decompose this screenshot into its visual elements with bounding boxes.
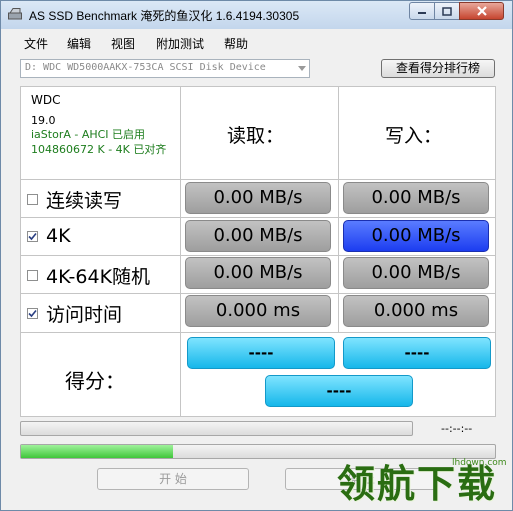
access-read-result: 0.000 ms: [185, 295, 331, 327]
menu-help[interactable]: 帮助: [224, 35, 248, 52]
grid-divider: [20, 179, 496, 180]
row-label: 访问时间: [46, 304, 123, 326]
menu-view[interactable]: 视图: [111, 35, 135, 52]
grid-divider: [20, 217, 496, 218]
grid-divider: [20, 293, 496, 294]
check-icon: [28, 232, 37, 240]
minimize-button[interactable]: [409, 2, 435, 20]
app-window: AS SSD Benchmark 淹死的鱼汉化 1.6.4194.30305 文…: [0, 0, 513, 511]
menu-edit[interactable]: 编辑: [67, 35, 91, 52]
grid-divider: [338, 86, 339, 333]
drive-name: WDC: [31, 93, 61, 107]
grid-divider: [180, 86, 181, 333]
menu-file[interactable]: 文件: [24, 35, 48, 52]
seq-read-result: 0.00 MB/s: [185, 182, 331, 214]
4k-64-write-result: 0.00 MB/s: [343, 257, 489, 289]
driver-status: iaStorA - AHCI 已启用: [31, 128, 146, 141]
view-ranking-button[interactable]: 查看得分排行榜: [381, 59, 495, 78]
row-label: 连续读写: [46, 190, 123, 212]
access-time-checkbox[interactable]: [27, 308, 38, 319]
total-score: ----: [265, 375, 413, 407]
test-access-time[interactable]: 访问时间: [27, 300, 122, 327]
watermark-url: lhdown.com: [452, 458, 507, 468]
alignment-status: 104860672 K - 4K 已对齐: [31, 143, 167, 156]
menu-bar: 文件 编辑 视图 附加测试 帮助: [2, 31, 511, 53]
progress-fill: [21, 445, 173, 458]
score-label: 得分：: [65, 369, 125, 393]
test-progress-bar: [20, 421, 413, 436]
window-title: AS SSD Benchmark 淹死的鱼汉化 1.6.4194.30305: [29, 9, 300, 23]
write-score: ----: [343, 337, 491, 369]
maximize-button[interactable]: [434, 2, 460, 20]
write-header: 写入：: [385, 125, 443, 147]
title-bar: AS SSD Benchmark 淹死的鱼汉化 1.6.4194.30305: [1, 1, 512, 29]
access-write-result: 0.000 ms: [343, 295, 489, 327]
app-icon: [8, 8, 22, 20]
menu-extra-tests[interactable]: 附加测试: [156, 35, 204, 52]
seq-checkbox[interactable]: [27, 194, 38, 205]
4k-write-result: 0.00 MB/s: [343, 220, 489, 252]
close-button[interactable]: [459, 2, 504, 20]
4k-64-checkbox[interactable]: [27, 270, 38, 281]
test-4k[interactable]: 4K: [27, 225, 71, 247]
4k-checkbox[interactable]: [27, 230, 38, 242]
row-label: 4K-64K随机: [46, 266, 151, 288]
grid-divider: [20, 332, 496, 333]
chevron-down-icon: [298, 66, 306, 71]
close-icon: [476, 6, 487, 16]
start-button[interactable]: 开 始: [97, 468, 249, 490]
row-label: 4K: [46, 225, 71, 247]
read-score: ----: [187, 337, 335, 369]
maximize-icon: [442, 6, 452, 16]
seq-write-result: 0.00 MB/s: [343, 182, 489, 214]
read-header: 读取：: [227, 125, 285, 147]
elapsed-time: --:--:--: [441, 422, 473, 435]
check-icon: [28, 309, 37, 318]
drive-select[interactable]: D: WDC WD5000AAKX-753CA SCSI Disk Device: [20, 59, 310, 78]
4k-read-result: 0.00 MB/s: [185, 220, 331, 252]
test-seq[interactable]: 连续读写: [27, 186, 122, 213]
grid-divider: [180, 332, 181, 417]
drive-select-value: D: WDC WD5000AAKX-753CA SCSI Disk Device: [25, 62, 266, 73]
drive-status: iaStorA - AHCI 已启用 104860672 K - 4K 已对齐: [31, 127, 171, 157]
4k-64-read-result: 0.00 MB/s: [185, 257, 331, 289]
firmware-version: 19.0: [31, 114, 56, 127]
test-4k-64[interactable]: 4K-64K随机: [27, 262, 150, 289]
minimize-icon: [418, 12, 426, 14]
grid-divider: [20, 255, 496, 256]
